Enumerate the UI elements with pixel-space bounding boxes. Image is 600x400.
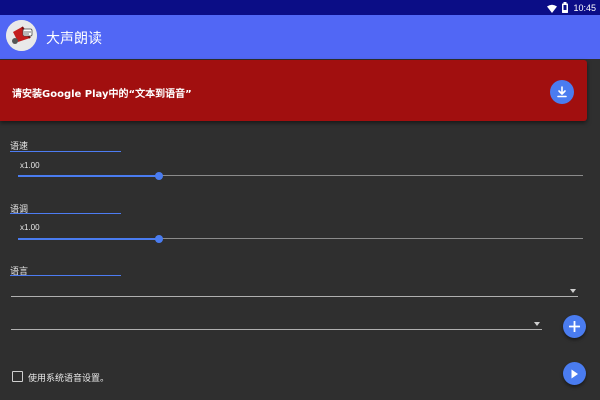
play-button[interactable] (563, 362, 586, 385)
system-settings-checkbox[interactable] (12, 371, 23, 382)
banner-message: 请安装Google Play中的“文本到语音” (12, 89, 192, 100)
megaphone-icon[interactable] (6, 20, 37, 51)
download-button[interactable] (550, 80, 574, 104)
add-language-button[interactable] (563, 315, 586, 338)
pitch-value: x1.00 (20, 223, 40, 232)
status-time: 10:45 (573, 2, 596, 13)
speed-label-underline (10, 151, 121, 152)
language-label-underline (10, 275, 121, 276)
play-icon (570, 364, 579, 383)
slider-thumb[interactable] (155, 235, 163, 243)
speed-slider[interactable] (18, 170, 583, 182)
app-bar: 大声朗读 (0, 15, 600, 59)
language-select[interactable] (11, 285, 578, 297)
voice-select[interactable] (11, 318, 542, 330)
slider-fill (18, 238, 159, 240)
download-icon (556, 83, 568, 102)
slider-thumb[interactable] (155, 172, 163, 180)
slider-fill (18, 175, 159, 177)
pitch-label-underline (10, 213, 121, 214)
speed-value: x1.00 (20, 161, 40, 170)
app-title: 大声朗读 (46, 31, 102, 47)
dropdown-underline (11, 329, 542, 330)
status-indicators: 10:45 (547, 1, 596, 14)
dropdown-underline (11, 296, 578, 297)
plus-icon (568, 317, 581, 336)
dropdown-arrow-icon (534, 322, 540, 326)
pitch-slider[interactable] (18, 233, 583, 245)
install-tts-banner: 请安装Google Play中的“文本到语音” (0, 60, 587, 121)
system-settings-label: 使用系统语音设置。 (28, 374, 110, 384)
dropdown-arrow-icon (570, 289, 576, 293)
status-bar: 10:45 (0, 0, 600, 15)
